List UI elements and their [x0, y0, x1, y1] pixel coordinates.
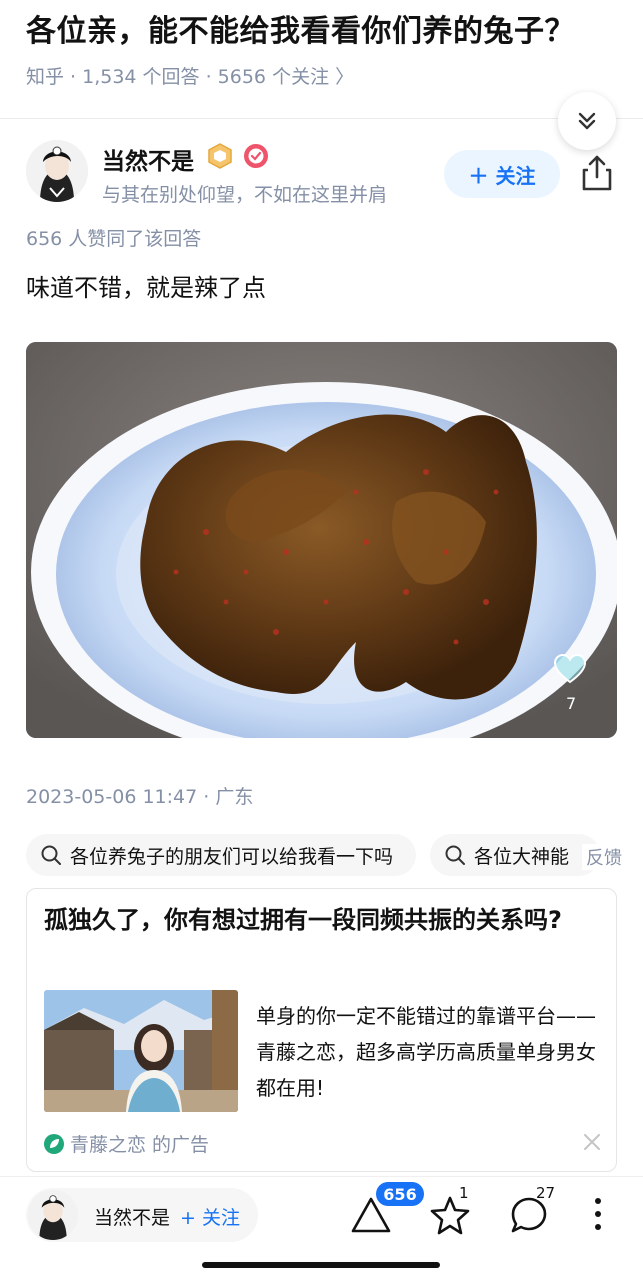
question-title[interactable]: 各位亲，能不能给我看看你们养的兔子？	[26, 6, 575, 50]
header-divider	[0, 118, 643, 119]
close-icon[interactable]	[582, 1132, 602, 1152]
image-like-icon[interactable]	[553, 652, 587, 686]
comment-count: 27	[536, 1184, 556, 1202]
ad-source[interactable]: 青藤之恋 的广告	[44, 1130, 209, 1157]
follow-button[interactable]: ＋ 关注	[444, 150, 560, 198]
creator-badge-icon	[208, 143, 232, 169]
author-name[interactable]: 当然不是	[102, 142, 194, 176]
image-like-count: 7	[566, 694, 577, 713]
bottom-author-avatar[interactable]	[28, 1190, 78, 1240]
ad-title[interactable]: 孤独久了，你有想过拥有一段同频共振的关系吗?	[44, 902, 604, 938]
answer-image[interactable]	[26, 342, 617, 738]
related-search-chip[interactable]: 各位大神能	[430, 834, 600, 876]
bottom-follow-button[interactable]: + 关注	[180, 1203, 240, 1230]
favorite-count: 1	[459, 1184, 469, 1202]
verified-badge-icon	[244, 144, 268, 168]
answer-timestamp: 2023-05-06 11:47 · 广东	[26, 786, 254, 808]
answer-text: 味道不错，就是辣了点	[26, 274, 266, 302]
related-search-text: 各位大神能	[474, 845, 570, 868]
related-search-text: 各位养兔子的朋友们可以给我看一下吗	[70, 845, 394, 868]
vote-summary: 656 人赞同了该回答	[26, 228, 202, 250]
author-bio: 与其在别处仰望，不如在这里并肩	[102, 184, 388, 206]
home-indicator	[202, 1262, 440, 1268]
question-meta[interactable]: 知乎 · 1,534 个回答 · 5656 个关注 〉	[26, 62, 354, 89]
ad-description[interactable]: 单身的你一定不能错过的靠谱平台——青藤之恋，超多高学历高质量单身男女都在用!	[256, 998, 606, 1106]
feedback-link[interactable]: 反馈	[582, 844, 622, 870]
author-avatar[interactable]	[26, 140, 88, 202]
share-icon[interactable]	[578, 153, 616, 193]
collapse-button[interactable]	[558, 92, 616, 150]
upvote-count: 656	[376, 1182, 424, 1206]
bottom-author-name[interactable]: 当然不是	[94, 1203, 170, 1230]
search-icon	[41, 845, 61, 865]
more-options-icon[interactable]	[588, 1196, 608, 1232]
leaf-icon	[44, 1133, 64, 1154]
ad-image[interactable]	[44, 990, 238, 1112]
double-chevron-down-icon	[578, 112, 596, 130]
search-icon	[445, 845, 465, 865]
ad-source-text: 青藤之恋 的广告	[70, 1134, 210, 1156]
related-search-chip[interactable]: 各位养兔子的朋友们可以给我看一下吗	[26, 834, 416, 876]
